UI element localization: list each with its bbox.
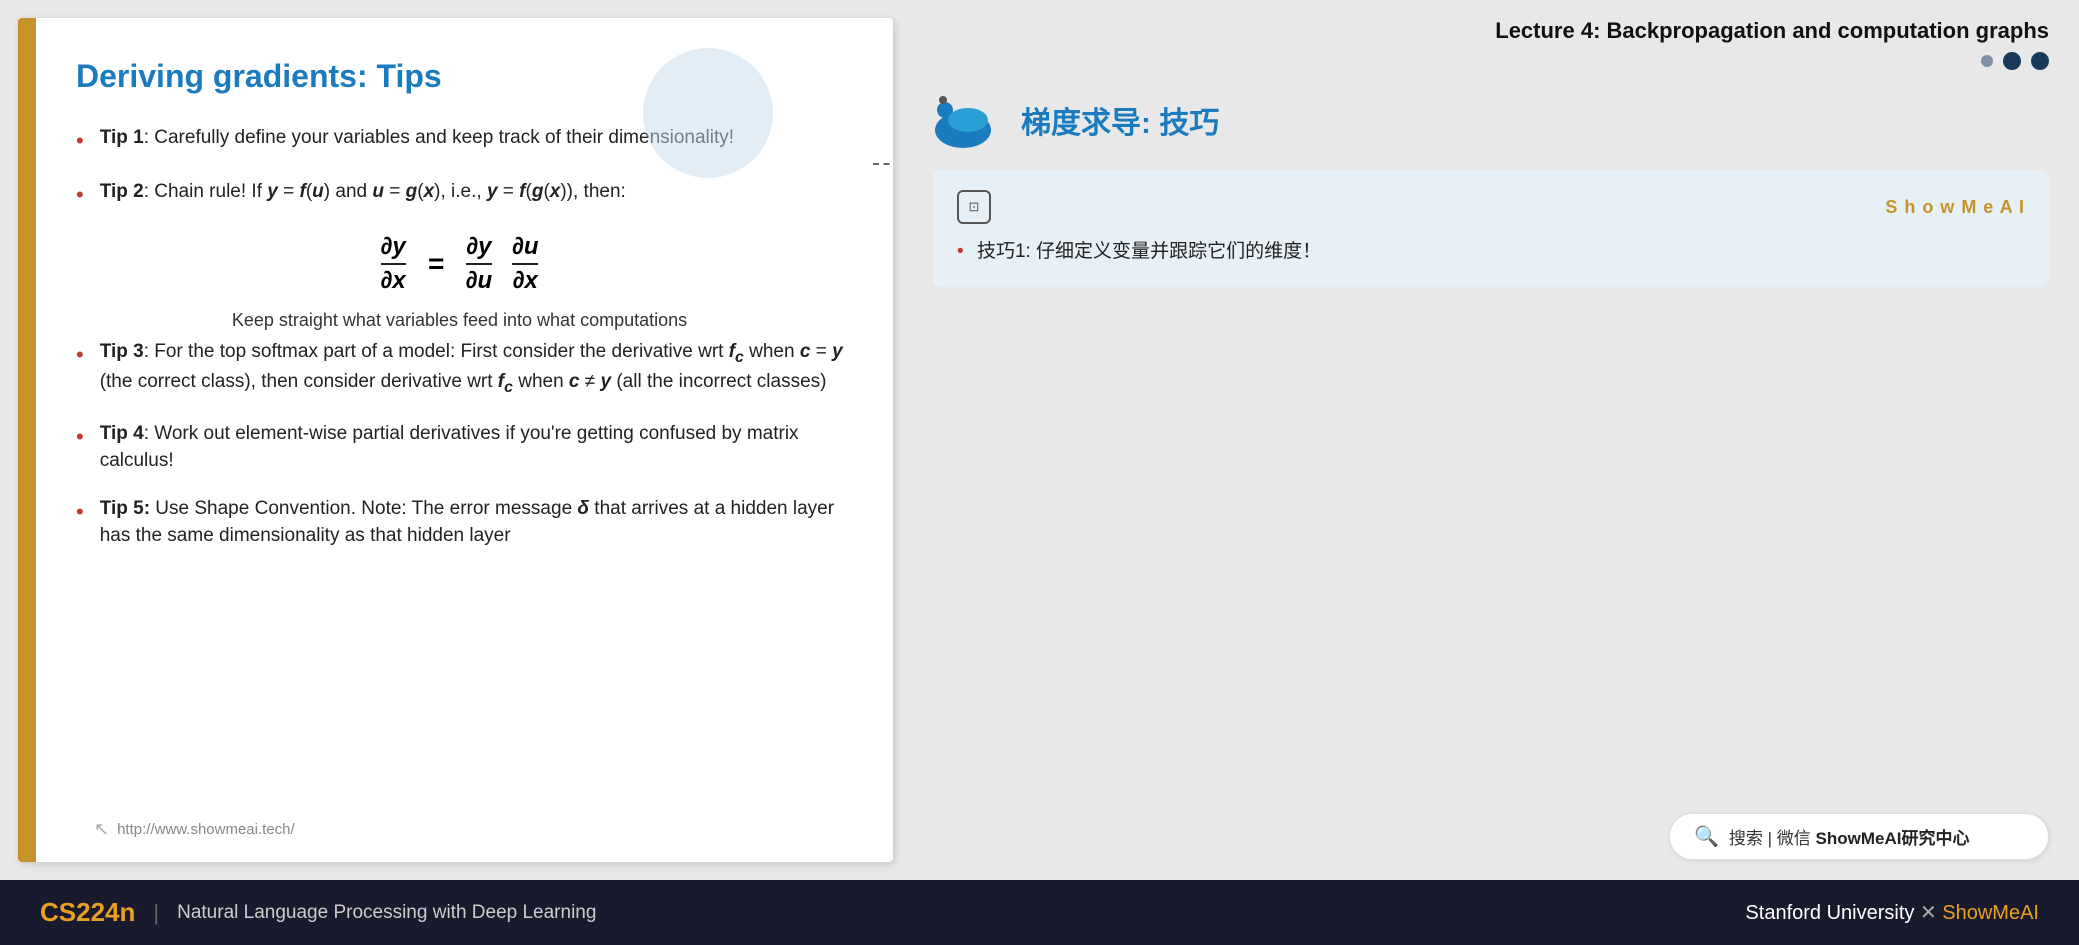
frac-numerator: ∂y	[466, 233, 491, 262]
tip-1-text: Tip 1: Carefully define your variables a…	[100, 125, 734, 152]
frac-line	[512, 263, 539, 265]
frac-dy-dx: ∂y ∂x	[381, 233, 406, 297]
frac-denominator: ∂u	[466, 267, 493, 296]
bottom-divider: |	[153, 900, 159, 926]
tip-3-label: Tip 3	[100, 341, 144, 362]
cn-logo	[933, 90, 1003, 150]
slide-accent-bar	[18, 18, 36, 862]
right-panel: Lecture 4: Backpropagation and computati…	[893, 0, 2079, 880]
showmeai-brand-bottom: ShowMeAI	[1942, 902, 2039, 924]
bottom-right: Stanford University ✕ ShowMeAI	[1745, 900, 2039, 925]
cursor-icon: ↖	[94, 819, 109, 840]
lecture-title: Lecture 4: Backpropagation and computati…	[933, 18, 2049, 44]
list-item: • Tip 2: Chain rule! If y = f(u) and u =…	[76, 179, 843, 211]
frac-denominator: ∂x	[513, 267, 538, 296]
cn-title-card: 梯度求导: 技巧	[933, 90, 2049, 150]
frac-line	[381, 263, 406, 265]
bullet-icon: •	[76, 422, 84, 453]
frac-numerator: ∂y	[381, 233, 406, 262]
x-mark: ✕	[1920, 902, 1942, 924]
bullet-icon: •	[76, 126, 84, 157]
tip-5-text: Tip 5: Use Shape Convention. Note: The e…	[100, 496, 843, 549]
translation-text: • 技巧1: 仔细定义变量并跟踪它们的维度！	[957, 238, 2025, 267]
url-text: http://www.showmeai.tech/	[117, 821, 295, 838]
showmeai-brand: S h o w M e A I	[1885, 197, 2025, 218]
frac-dy-du: ∂y ∂u	[466, 233, 493, 297]
formula-block: ∂y ∂x = ∂y ∂u ∂u ∂x	[76, 233, 843, 332]
ai-icon: ⊡	[957, 190, 991, 224]
bullet-icon: •	[76, 340, 84, 371]
nav-dot-2[interactable]	[2003, 52, 2021, 70]
tip-4-text: Tip 4: Work out element-wise partial der…	[100, 421, 843, 474]
translation-card: ⊡ S h o w M e A I • 技巧1: 仔细定义变量并跟踪它们的维度！	[933, 170, 2049, 287]
bullet-icon: •	[76, 180, 84, 211]
frac-denominator: ∂x	[381, 267, 406, 296]
slide-content: Deriving gradients: Tips • Tip 1: Carefu…	[36, 18, 893, 862]
tip-1-label: Tip 1	[100, 127, 144, 148]
main-content: Deriving gradients: Tips • Tip 1: Carefu…	[0, 0, 2079, 880]
dashed-connector	[873, 163, 893, 165]
tip-5-label: Tip 5:	[100, 498, 150, 519]
university-name: Stanford University	[1745, 902, 1914, 924]
slide-panel: Deriving gradients: Tips • Tip 1: Carefu…	[18, 18, 893, 862]
frac-line	[466, 263, 493, 265]
translation-card-header: ⊡ S h o w M e A I	[957, 190, 2025, 224]
tip-list: • Tip 1: Carefully define your variables…	[76, 125, 843, 549]
list-item: • Tip 3: For the top softmax part of a m…	[76, 339, 843, 399]
tip-4-label: Tip 4	[100, 423, 144, 444]
formula-note: Keep straight what variables feed into w…	[76, 310, 843, 331]
bullet-icon: •	[76, 497, 84, 528]
slide-url: ↖ http://www.showmeai.tech/	[94, 819, 295, 840]
ai-icon-text: ⊡	[969, 199, 980, 215]
list-item: • Tip 5: Use Shape Convention. Note: The…	[76, 496, 843, 549]
search-text: 搜索 | 微信 ShowMeAI研究中心	[1729, 824, 1970, 849]
translation-content: 技巧1: 仔细定义变量并跟踪它们的维度！	[977, 241, 1321, 262]
bottom-left: CS224n | Natural Language Processing wit…	[40, 897, 596, 928]
search-bar[interactable]: 🔍 搜索 | 微信 ShowMeAI研究中心	[1669, 813, 2049, 860]
search-icon: 🔍	[1694, 824, 1719, 849]
decorative-circle	[643, 48, 773, 178]
chain-rule-formula: ∂y ∂x = ∂y ∂u ∂u ∂x	[76, 233, 843, 297]
course-code: CS224n	[40, 897, 135, 928]
equals-sign: =	[428, 248, 444, 279]
cn-bullet: •	[957, 241, 964, 262]
frac-du-dx: ∂u ∂x	[512, 233, 539, 297]
nav-dot-3[interactable]	[2031, 52, 2049, 70]
nav-dots	[933, 52, 2049, 70]
cn-section-title: 梯度求导: 技巧	[1021, 98, 1219, 142]
list-item: • Tip 4: Work out element-wise partial d…	[76, 421, 843, 474]
tip-2-text: Tip 2: Chain rule! If y = f(u) and u = g…	[100, 179, 626, 206]
tip-2-label: Tip 2	[100, 181, 144, 202]
bottom-bar: CS224n | Natural Language Processing wit…	[0, 880, 2079, 945]
nav-dot-1[interactable]	[1981, 55, 1993, 67]
tip-3-text: Tip 3: For the top softmax part of a mod…	[100, 339, 843, 399]
course-name: Natural Language Processing with Deep Le…	[177, 902, 596, 924]
frac-numerator: ∂u	[512, 233, 539, 262]
